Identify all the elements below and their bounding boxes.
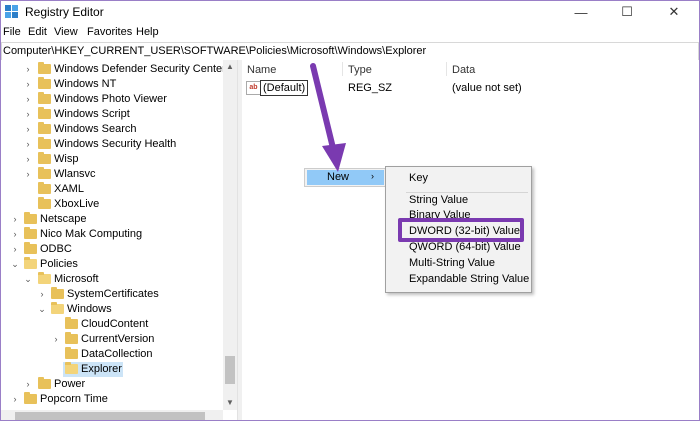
annotation-arrow-icon (310, 63, 346, 172)
